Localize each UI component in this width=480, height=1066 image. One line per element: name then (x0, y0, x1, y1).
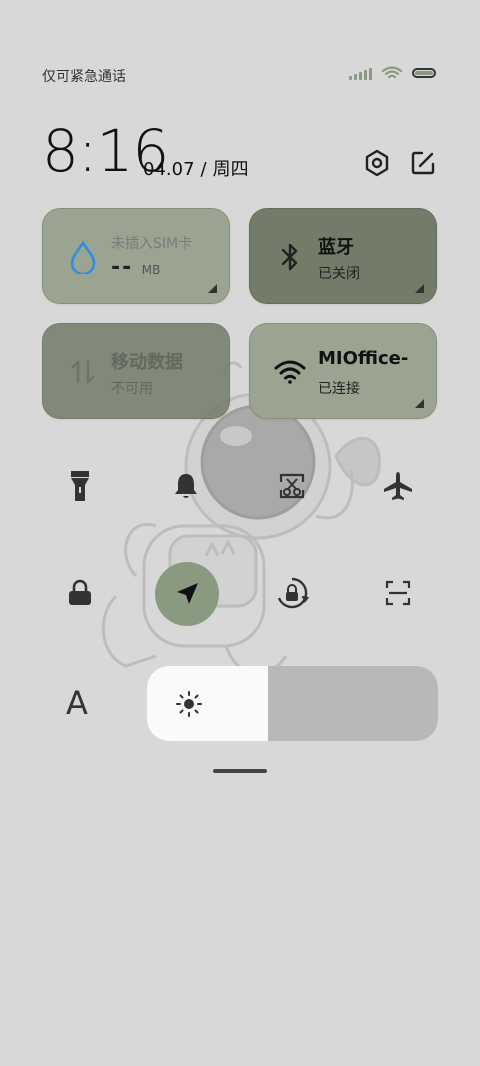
usage-value: -- MB (111, 255, 160, 280)
bell-icon[interactable] (164, 464, 208, 508)
status-text: 仅可紧急通话 (42, 69, 126, 85)
date-separator: / (200, 159, 207, 180)
location-icon[interactable] (165, 572, 209, 616)
usage-number: -- (111, 255, 134, 280)
wifi-ssid: MIOffice- (318, 348, 409, 369)
clock-date: 04.07/周四 (143, 155, 249, 181)
settings-icon[interactable] (362, 148, 392, 178)
edit-icon[interactable] (410, 150, 436, 176)
battery-icon (412, 68, 436, 78)
bluetooth-icon (274, 239, 306, 275)
signal-bars-icon (349, 66, 372, 80)
wifi-icon (382, 66, 402, 79)
flashlight-icon[interactable] (58, 464, 102, 508)
wifi-icon (274, 354, 306, 390)
tile-mobile-data[interactable]: 移动数据 不可用 (42, 323, 230, 419)
sim-status-label: 未插入SIM卡 (111, 236, 193, 252)
expand-corner-icon (208, 284, 217, 293)
bluetooth-title: 蓝牙 (318, 237, 354, 258)
weekday: 周四 (212, 159, 249, 180)
expand-corner-icon (415, 399, 424, 408)
sun-icon (176, 691, 202, 717)
status-icons (349, 66, 436, 80)
data-arrows-icon (67, 354, 99, 390)
water-drop-icon (67, 239, 99, 275)
wifi-status: 已连接 (318, 381, 360, 397)
tile-mobile-usage[interactable]: 未插入SIM卡 -- MB (42, 208, 230, 304)
brightness-fill (147, 666, 268, 741)
airplane-icon[interactable] (376, 464, 420, 508)
date-value: 04.07 (143, 159, 195, 180)
drag-handle[interactable] (213, 769, 267, 773)
scan-icon[interactable] (376, 571, 420, 615)
screenshot-icon[interactable] (270, 464, 314, 508)
mobile-data-title: 移动数据 (111, 352, 183, 373)
brightness-slider[interactable] (147, 666, 438, 741)
bluetooth-status: 已关闭 (318, 266, 360, 282)
lock-icon[interactable] (58, 571, 102, 615)
mobile-data-status: 不可用 (111, 381, 153, 397)
tile-wifi[interactable]: MIOffice- 已连接 (249, 323, 437, 419)
tile-bluetooth[interactable]: 蓝牙 已关闭 (249, 208, 437, 304)
font-size-icon[interactable]: A (66, 684, 88, 722)
rotation-lock-icon[interactable] (270, 571, 314, 615)
expand-corner-icon (415, 284, 424, 293)
usage-unit: MB (141, 263, 161, 277)
